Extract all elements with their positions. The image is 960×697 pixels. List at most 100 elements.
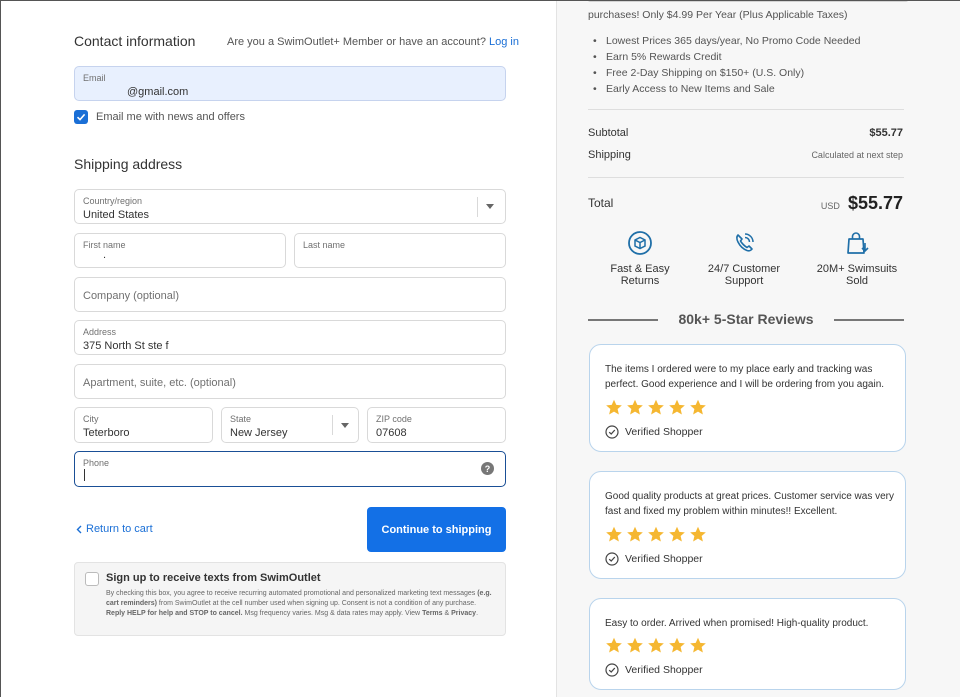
member-prompt: Are you a SwimOutlet+ Member or have an …: [227, 36, 519, 48]
phone-field[interactable]: Phone ?: [74, 451, 506, 487]
address-label: Address: [83, 327, 117, 337]
city-field[interactable]: City Teterboro: [74, 407, 213, 443]
feature-sold-line1: 20M+ Swimsuits: [816, 263, 898, 275]
benefits-list: Lowest Prices 365 days/year, No Promo Co…: [592, 35, 860, 99]
star-icon: [627, 637, 643, 653]
country-select[interactable]: Country/region United States: [74, 189, 506, 224]
chevron-left-icon: [76, 525, 82, 533]
first-name-value: .: [103, 249, 107, 261]
currency-code: USD: [820, 201, 840, 211]
star-icon: [669, 526, 685, 542]
email-field[interactable]: Email @gmail.com: [74, 66, 506, 101]
news-label: Email me with news and offers: [96, 111, 245, 123]
feature-returns-line2: Returns: [620, 275, 660, 287]
apartment-field[interactable]: Apartment, suite, etc. (optional): [74, 364, 506, 399]
address-value: 375 North St ste f: [83, 340, 169, 352]
shipping-label: Shipping: [588, 149, 631, 161]
chevron-down-icon: [332, 415, 356, 435]
total-amount: USD $55.77: [821, 193, 903, 214]
review-text: The items I ordered were to my place ear…: [605, 364, 885, 390]
return-to-cart-link[interactable]: Return to cart: [76, 523, 153, 535]
help-icon[interactable]: ?: [481, 462, 494, 475]
review-card: The items I ordered were to my place ear…: [589, 344, 906, 452]
news-checkbox[interactable]: [74, 110, 88, 124]
sms-amp: &: [444, 610, 450, 617]
zip-field[interactable]: ZIP code 07608: [367, 407, 506, 443]
subtotal-value: $55.77: [869, 127, 903, 139]
sms-signup-box: Sign up to receive texts from SwimOutlet…: [74, 562, 506, 636]
box-return-icon: [628, 231, 652, 255]
feature-support: 24/7 Customer Support: [694, 229, 794, 287]
review-text: Good quality products at great prices. C…: [605, 491, 895, 517]
sms-text-4: Reply HELP for help and STOP to cancel.: [106, 610, 243, 617]
privacy-link[interactable]: Privacy: [451, 610, 476, 617]
sms-text-5: Msg frequency varies. Msg & data rates m…: [244, 610, 421, 617]
sms-checkbox[interactable]: [85, 572, 99, 586]
benefit-item: Lowest Prices 365 days/year, No Promo Co…: [592, 35, 860, 47]
benefit-item: Free 2-Day Shipping on $150+ (U.S. Only): [592, 67, 860, 79]
verified-badge: Verified Shopper: [605, 425, 703, 439]
star-icon: [690, 399, 706, 415]
login-link[interactable]: Log in: [489, 36, 519, 48]
cut-off-promo-line: [588, 1, 908, 3]
star-icon: [606, 399, 622, 415]
star-icon: [606, 637, 622, 653]
zip-value: 07608: [376, 427, 407, 439]
last-name-label: Last name: [303, 240, 346, 250]
verified-check-icon: [605, 552, 619, 566]
verified-label: Verified Shopper: [625, 664, 703, 676]
sms-text-3: from SwimOutlet at the cell number used …: [158, 600, 477, 607]
state-select[interactable]: State New Jersey: [221, 407, 359, 443]
state-label: State: [230, 414, 252, 424]
star-icon: [669, 399, 685, 415]
phone-icon: [736, 233, 754, 252]
text-cursor: [84, 469, 85, 481]
divider: [588, 177, 904, 178]
city-label: City: [83, 414, 99, 424]
shopping-bag-icon: [847, 232, 869, 254]
feature-returns-line1: Fast & Easy: [610, 263, 670, 275]
verified-check-icon: [605, 663, 619, 677]
sms-disclaimer: By checking this box, you agree to recei…: [106, 589, 496, 619]
total-label: Total: [588, 196, 614, 210]
review-text: Easy to order. Arrived when promised! Hi…: [605, 618, 869, 629]
review-card: Good quality products at great prices. C…: [589, 471, 906, 579]
benefit-item: Early Access to New Items and Sale: [592, 83, 860, 95]
phone-label: Phone: [83, 458, 110, 468]
checkout-form-panel: Contact information Are you a SwimOutlet…: [1, 1, 556, 697]
chevron-down-icon: [477, 196, 501, 217]
last-name-field[interactable]: Last name: [294, 233, 506, 268]
feature-support-line1: 24/7 Customer: [707, 263, 781, 275]
benefit-item: Earn 5% Rewards Credit: [592, 51, 860, 63]
verified-label: Verified Shopper: [625, 553, 703, 565]
order-summary-panel: purchases! Only $4.99 Per Year (Plus App…: [556, 1, 960, 697]
shipping-heading: Shipping address: [74, 156, 183, 172]
star-icon: [627, 526, 643, 542]
star-icon: [648, 399, 664, 415]
company-placeholder: Company (optional): [83, 290, 179, 302]
feature-sold: 20M+ Swimsuits Sold: [807, 229, 907, 287]
sms-heading: Sign up to receive texts from SwimOutlet: [106, 572, 321, 584]
cut-off-text-bar: [588, 1, 908, 2]
news-option[interactable]: Email me with news and offers: [74, 110, 245, 124]
zip-label: ZIP code: [376, 414, 412, 424]
company-field[interactable]: Company (optional): [74, 277, 506, 312]
star-icon: [690, 637, 706, 653]
contact-heading: Contact information: [74, 33, 196, 49]
star-icon: [669, 637, 685, 653]
feature-support-line2: Support: [724, 275, 764, 287]
divider: [834, 319, 904, 321]
star-icon: [648, 637, 664, 653]
continue-to-shipping-button[interactable]: Continue to shipping: [367, 507, 506, 552]
verified-badge: Verified Shopper: [605, 663, 703, 677]
terms-link[interactable]: Terms: [422, 610, 443, 617]
star-icon: [690, 526, 706, 542]
member-prompt-text: Are you a SwimOutlet+ Member or have an …: [227, 36, 486, 48]
total-value: $55.77: [847, 193, 903, 213]
address-field[interactable]: Address 375 North St ste f: [74, 320, 506, 355]
return-to-cart-label: Return to cart: [86, 523, 153, 535]
sms-period: .: [476, 610, 479, 617]
first-name-field[interactable]: First name .: [74, 233, 286, 268]
shipping-value: Calculated at next step: [811, 150, 903, 160]
country-value: United States: [83, 209, 150, 221]
